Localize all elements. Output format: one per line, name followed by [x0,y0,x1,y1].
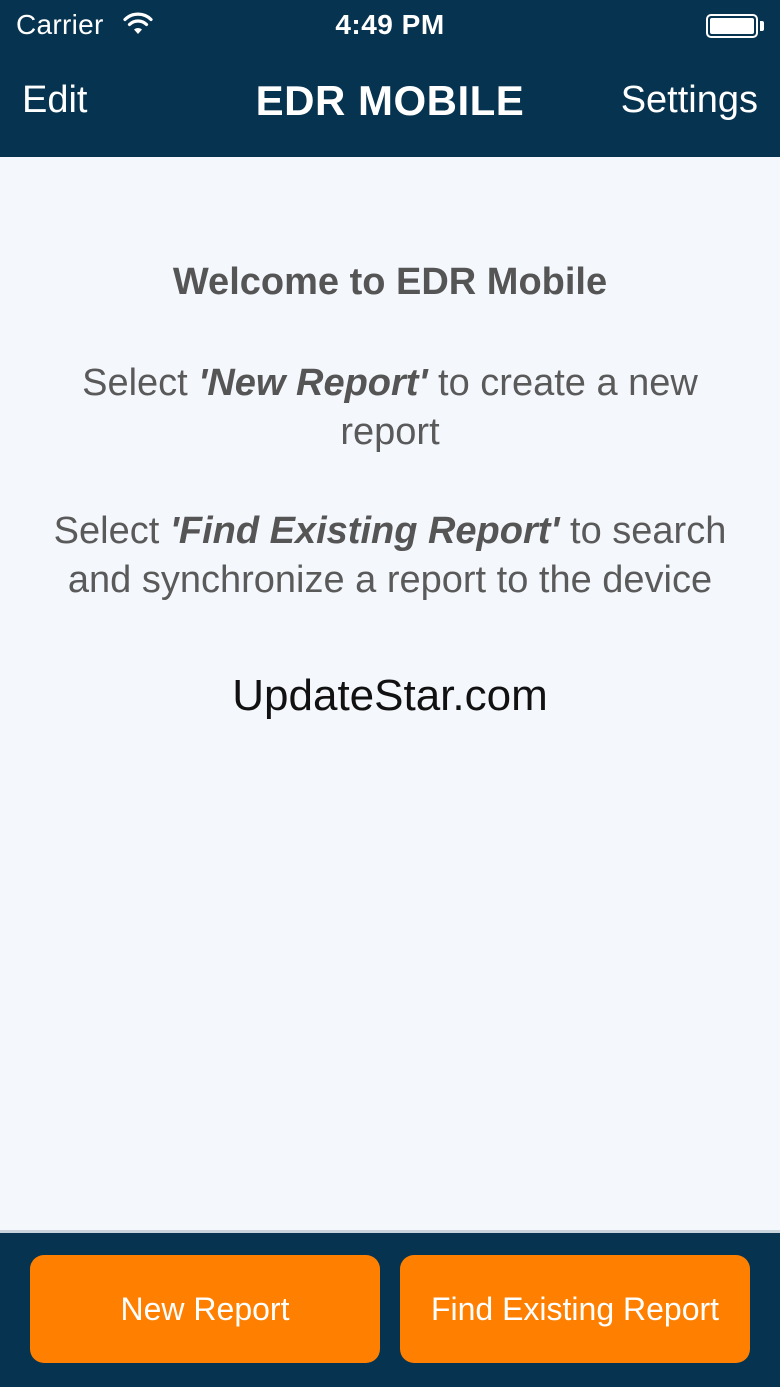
instruction-quoted: 'New Report' [198,362,428,404]
watermark-text: UpdateStar.com [232,671,548,720]
new-report-button[interactable]: New Report [30,1255,380,1363]
instruction-prefix: Select [82,362,199,404]
status-bar: Carrier 4:49 PM [0,0,780,55]
welcome-panel: Welcome to EDR Mobile Select 'New Report… [0,157,780,1230]
new-report-instruction: Select 'New Report' to create a new repo… [40,359,740,457]
instruction-prefix: Select [53,510,170,552]
top-bar: Carrier 4:49 PM Edit EDR MOBILE Settings [0,0,780,157]
find-report-instruction: Select 'Find Existing Report' to search … [40,507,740,605]
battery-icon [706,14,758,38]
status-time: 4:49 PM [335,9,445,40]
navigation-bar: Edit EDR MOBILE Settings [0,55,780,157]
settings-button[interactable]: Settings [621,79,758,122]
welcome-heading: Welcome to EDR Mobile [172,261,608,303]
find-existing-report-label: Find Existing Report [430,1290,720,1327]
battery-tip [760,21,764,31]
new-report-label: New Report [120,1290,290,1327]
edit-button[interactable]: Edit [22,79,87,122]
battery-level [710,18,754,34]
toolbar-divider [0,1230,780,1233]
find-existing-report-button[interactable]: Find Existing Report [400,1255,750,1363]
instruction-quoted: 'Find Existing Report' [169,510,560,552]
